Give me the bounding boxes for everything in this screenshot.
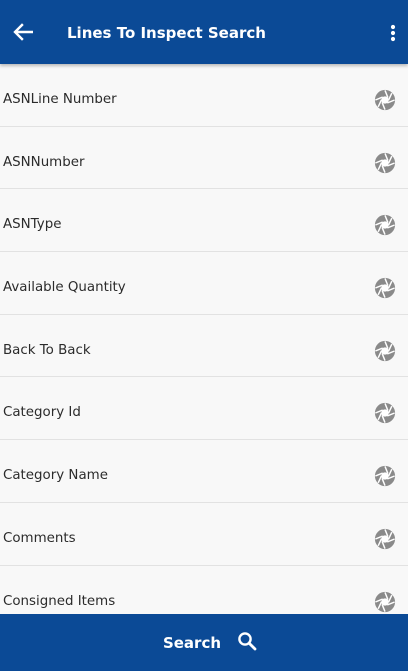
field-row[interactable]: ASNLine Number — [0, 64, 408, 127]
field-label: ASNNumber — [3, 154, 85, 170]
field-label: Category Id — [3, 405, 81, 421]
field-label: Category Name — [3, 468, 108, 484]
field-row[interactable]: Category Id — [0, 377, 408, 441]
field-row[interactable]: ASNType — [0, 189, 408, 253]
aperture-icon — [374, 528, 396, 549]
field-list: ASNLine Number ASNNumber ASNType Available … — [0, 64, 408, 614]
field-row[interactable]: Back To Back — [0, 314, 408, 378]
more-vertical-icon — [390, 24, 396, 42]
aperture-icon — [374, 466, 396, 487]
field-row[interactable]: Category Name — [0, 440, 408, 503]
field-label: ASNType — [3, 217, 62, 233]
field-row[interactable]: Comments — [0, 502, 408, 566]
field-label: Available Quantity — [3, 280, 126, 296]
field-row[interactable]: Consigned Items — [0, 565, 408, 614]
app-header: Lines To Inspect Search — [0, 0, 408, 64]
field-label: ASNLine Number — [3, 92, 117, 107]
aperture-icon — [374, 215, 396, 236]
aperture-icon — [374, 591, 396, 612]
field-label: Consigned Items — [3, 593, 116, 609]
field-row[interactable]: ASNNumber — [0, 126, 408, 190]
aperture-icon — [374, 340, 396, 361]
search-button-label: Search — [162, 633, 222, 652]
field-label: Comments — [3, 530, 76, 546]
arrow-left-icon — [13, 23, 33, 41]
aperture-icon — [374, 277, 396, 299]
field-label: Back To Back — [3, 342, 91, 358]
overflow-menu-button[interactable] — [384, 18, 402, 48]
search-button[interactable]: Search — [0, 614, 408, 671]
aperture-icon — [374, 89, 396, 111]
aperture-icon — [374, 152, 396, 173]
field-row[interactable]: Available Quantity — [0, 252, 408, 315]
search-icon — [238, 631, 257, 650]
back-button[interactable] — [8, 14, 38, 50]
page-title: Lines To Inspect Search — [67, 24, 266, 42]
aperture-icon — [374, 403, 396, 424]
